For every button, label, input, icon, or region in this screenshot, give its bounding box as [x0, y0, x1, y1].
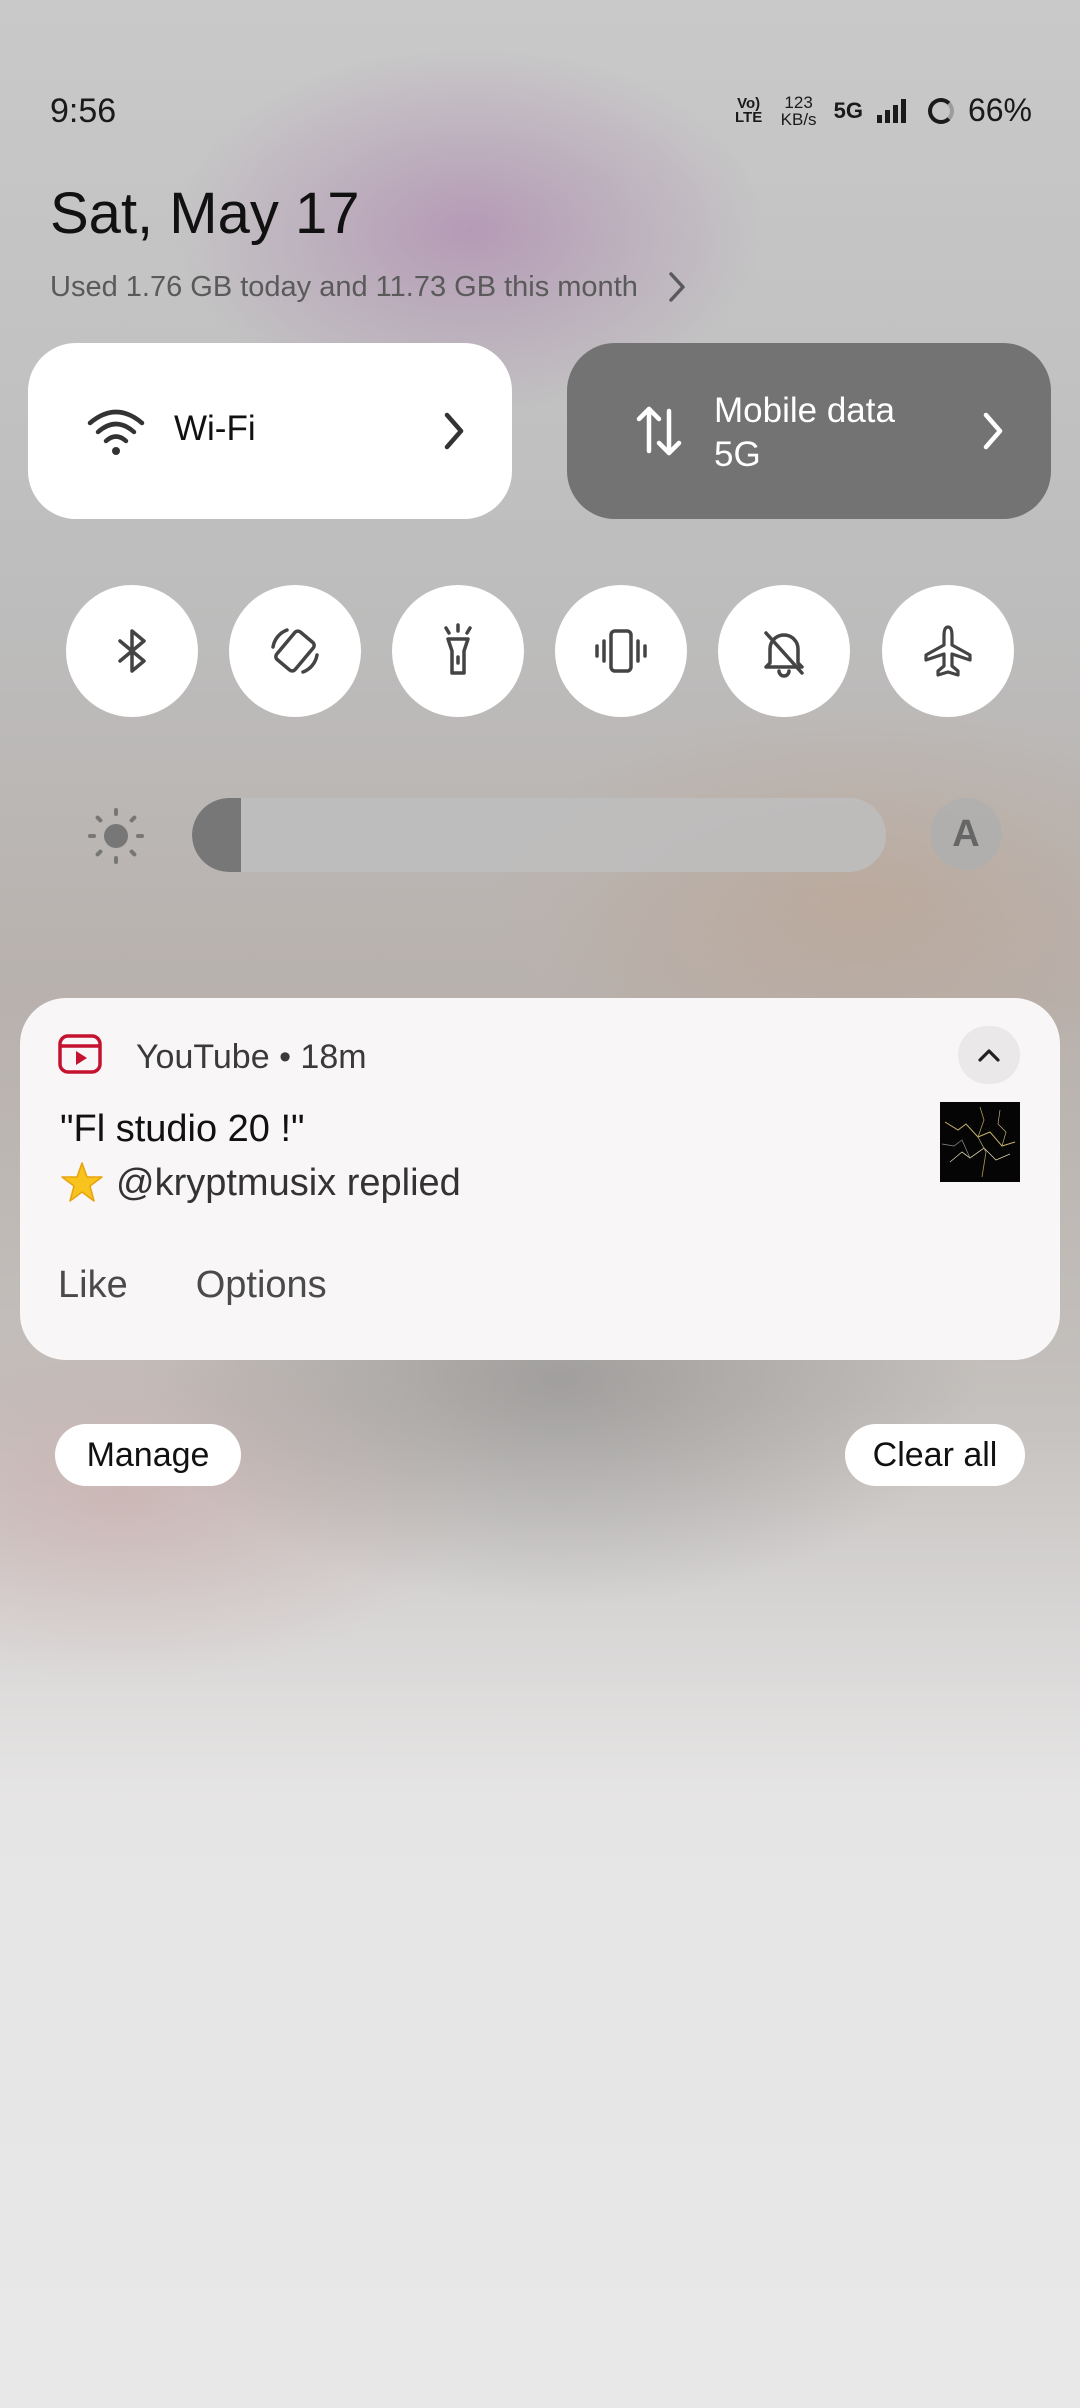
vibrate-toggle[interactable]: [555, 585, 687, 717]
notification-body: @kryptmusix replied: [60, 1161, 461, 1205]
notification-separator: •: [279, 1038, 291, 1076]
data-usage-text: Used 1.76 GB today and 11.73 GB this mon…: [50, 270, 638, 303]
notification-app: YouTube: [136, 1038, 270, 1076]
chevron-right-icon: [983, 412, 1003, 450]
volte-indicator: Vo) LTE: [734, 94, 763, 126]
brightness-slider[interactable]: [192, 798, 886, 872]
flashlight-icon: [444, 623, 472, 675]
vibrate-icon: [595, 629, 647, 673]
bluetooth-icon: [118, 629, 146, 673]
youtube-icon: [58, 1034, 102, 1074]
auto-rotate-toggle[interactable]: [229, 585, 361, 717]
flashlight-toggle[interactable]: [392, 585, 524, 717]
status-icons: Vo) LTE 123 KB/s 5G 66%: [734, 92, 1032, 129]
quick-toggles: [66, 585, 1014, 717]
notification-thumbnail: [940, 1102, 1020, 1182]
chevron-up-icon: [978, 1049, 1000, 1062]
network-speed: 123 KB/s: [778, 94, 820, 128]
brightness-slider-fill: [192, 798, 241, 872]
notification-card[interactable]: YouTube • 18m "Fl studio 20 !" @kryptmus…: [20, 998, 1060, 1360]
chevron-right-icon: [669, 272, 685, 302]
bell-off-icon: [764, 631, 804, 678]
collapse-button[interactable]: [958, 1026, 1020, 1084]
network-type: 5G: [833, 97, 863, 123]
data-arrows-icon: [636, 406, 682, 456]
mobile-data-tile[interactable]: Mobile data 5G: [567, 343, 1051, 519]
mobile-data-network: 5G: [714, 435, 761, 474]
auto-brightness-button[interactable]: A: [930, 798, 1002, 870]
airplane-icon: [924, 625, 972, 677]
date-label: Sat, May 17: [50, 181, 360, 246]
notification-actions: Like Options: [58, 1264, 327, 1307]
manage-button[interactable]: Manage: [55, 1424, 241, 1486]
speed-value: 123: [784, 92, 813, 112]
star-emoji-icon: [61, 1162, 103, 1202]
mobile-data-title: Mobile data: [714, 391, 895, 430]
do-not-disturb-toggle[interactable]: [718, 585, 850, 717]
brightness-icon: [88, 808, 144, 864]
airplane-mode-toggle[interactable]: [882, 585, 1014, 717]
wifi-tile[interactable]: Wi-Fi: [28, 343, 512, 519]
notification-body-text: @kryptmusix replied: [116, 1161, 461, 1204]
battery-icon: [927, 97, 954, 124]
wifi-label: Wi-Fi: [174, 409, 256, 448]
battery-level: 66%: [967, 92, 1032, 128]
notification-header: YouTube • 18m: [136, 1038, 367, 1077]
chevron-right-icon: [444, 412, 464, 450]
rotate-icon: [271, 628, 319, 674]
status-time: 9:56: [50, 92, 117, 130]
speed-unit: KB/s: [780, 109, 817, 129]
options-action-button[interactable]: Options: [196, 1264, 327, 1307]
notification-title: "Fl studio 20 !": [60, 1108, 305, 1150]
mobile-data-label: Mobile data 5G: [714, 389, 895, 477]
clear-all-button[interactable]: Clear all: [845, 1424, 1025, 1486]
signal-icon: [876, 98, 906, 123]
like-action-button[interactable]: Like: [58, 1264, 128, 1307]
wifi-icon: [87, 409, 145, 455]
notification-time: 18m: [300, 1038, 367, 1076]
data-usage-link[interactable]: Used 1.76 GB today and 11.73 GB this mon…: [50, 270, 688, 304]
thumbnail-image: [940, 1102, 1020, 1182]
brightness-row: A: [0, 790, 1080, 880]
bluetooth-toggle[interactable]: [66, 585, 198, 717]
